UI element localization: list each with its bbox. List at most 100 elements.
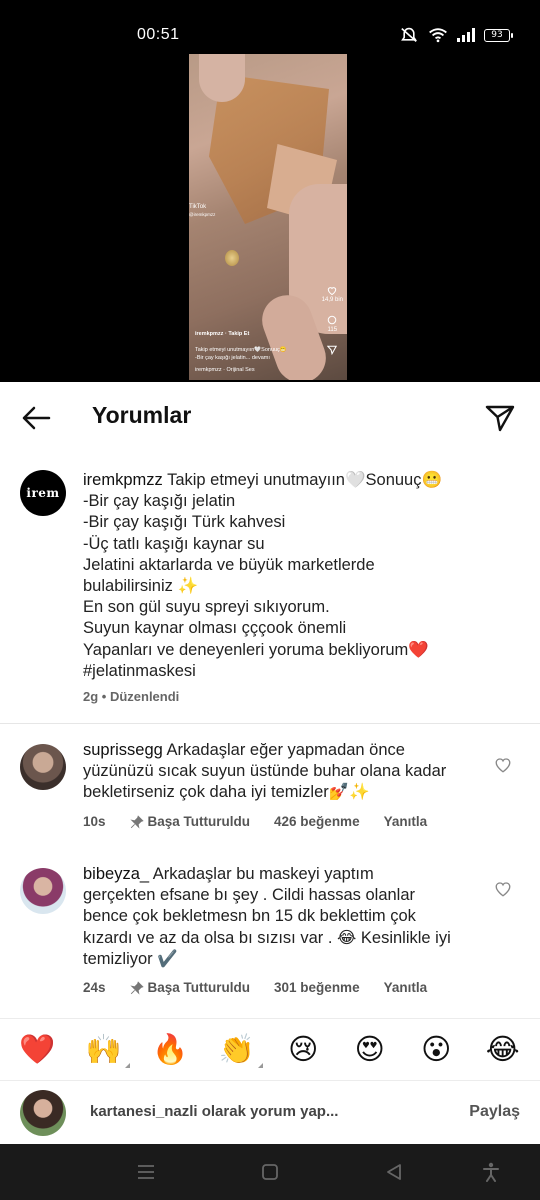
comment-line: kızardı ve az da olsa bı sızısı var . 😂 … <box>83 928 451 947</box>
video-player[interactable]: TikTok @iremkpmzz 14,9 bin 115 iremkpmzz… <box>189 54 347 380</box>
triangle-back-icon <box>387 1164 401 1180</box>
comment-line: bence çok bekletmesn bn 15 dk beklettim … <box>83 907 416 926</box>
emoji-surprised[interactable]: 😮 <box>416 1035 456 1064</box>
emoji-glyph: 👏 <box>218 1032 255 1066</box>
video-sound[interactable]: iremkpmzz · Orijinal Ses <box>195 366 335 374</box>
pinned-text: Başa Tutturuldu <box>147 980 251 995</box>
caption-meta: 2g • Düzenlendi <box>83 689 180 704</box>
pinned-text: Başa Tutturuldu <box>147 814 251 829</box>
comment-line: temizliyor ✔️ <box>83 949 178 968</box>
avatar <box>20 1090 66 1136</box>
likes-count[interactable]: 301 beğenme <box>274 980 360 995</box>
caption-line: Takip etmeyi unutmayıın🤍Sonuuç😬 <box>167 471 443 489</box>
status-bar: 00:51 93 <box>0 0 540 60</box>
caption-hashtag[interactable]: #jelatinmaskesi <box>83 661 513 682</box>
back-nav-button[interactable] <box>383 1161 405 1183</box>
caption-line: -Bir çay kaşığı Türk kahvesi <box>83 513 286 532</box>
accessibility-icon <box>483 1162 499 1182</box>
video-finger <box>199 54 245 102</box>
tiktok-user: @iremkpmzz <box>189 212 216 217</box>
comment-line: Arkadaşlar bu maskeyi yaptım <box>152 865 374 883</box>
video-caption: iremkpmzz · Takip Et Takip etmeyi unutma… <box>195 330 335 374</box>
battery-level: 93 <box>491 30 503 40</box>
avatar[interactable] <box>20 744 66 790</box>
comment-time: 10s <box>83 814 106 829</box>
avatar[interactable] <box>20 868 66 914</box>
comment-username[interactable]: bibeyza_ <box>83 865 149 883</box>
skin-tone-indicator <box>257 1063 263 1068</box>
video-caption-line-1: Takip etmeyi unutmayıın🤍Sonuuç😬 <box>195 347 287 353</box>
video-user[interactable]: iremkpmzz · Takip Et <box>195 330 335 338</box>
comments-sheet: Yorumlar irem iremkpmzz Takip etmeyi unu… <box>0 382 540 1144</box>
emoji-bar: ❤️ 🙌 🔥 👏 😢 😍 😮 😂 <box>0 1018 540 1080</box>
comment-text: suprissegg Arkadaşlar eğer yapmadan önce… <box>83 740 513 804</box>
caption-line: Yapanları ve deneyenleri yoruma bekliyor… <box>83 640 429 659</box>
wifi-icon <box>429 28 447 43</box>
menu-icon <box>138 1165 154 1179</box>
menu-button[interactable] <box>135 1161 157 1183</box>
heart-icon <box>328 287 337 296</box>
emoji-crying[interactable]: 😢 <box>283 1035 323 1064</box>
video-like-count: 14,9 bin <box>321 297 343 303</box>
comment-actions: 10s Başa Tutturuldu 426 beğenme Yanıtla <box>83 814 427 829</box>
comment-username[interactable]: suprissegg <box>83 741 163 759</box>
divider <box>0 723 540 724</box>
caption-line: En son gül suyu spreyi sıkıyorum. <box>83 598 330 617</box>
paper-plane-icon <box>485 405 515 432</box>
video-like[interactable]: 14,9 bin <box>322 286 343 303</box>
status-icons: 93 <box>399 27 513 43</box>
caption-line: bulabilirsiniz ✨ <box>83 577 199 596</box>
caption-text: iremkpmzz Takip etmeyi unutmayıın🤍Sonuuç… <box>83 470 513 682</box>
comment-text: bibeyza_ Arkadaşlar bu maskeyi yaptım ge… <box>83 864 513 970</box>
home-button[interactable] <box>259 1161 281 1183</box>
heart-icon[interactable] <box>494 880 512 898</box>
emoji-glyph: 🙌 <box>85 1032 122 1066</box>
comment-line: gerçekten efsane bı şey . Cildi hassas o… <box>83 886 416 905</box>
comment-line: Arkadaşlar eğer yapmadan önce <box>166 741 405 759</box>
emoji-fire[interactable]: 🔥 <box>150 1035 190 1064</box>
tiktok-watermark: TikTok @iremkpmzz <box>189 204 215 218</box>
video-earring <box>225 250 239 266</box>
send-button[interactable] <box>484 402 516 434</box>
emoji-laughing[interactable]: 😂 <box>483 1035 523 1064</box>
tiktok-label: TikTok <box>189 204 207 210</box>
video-caption-line-2[interactable]: -Bir çay kaşığı jelatin... devamı <box>195 354 335 362</box>
emoji-heart-eyes[interactable]: 😍 <box>350 1035 390 1064</box>
comment-input[interactable]: kartanesi_nazli olarak yorum yap... <box>90 1103 338 1120</box>
emoji-heart[interactable]: ❤️ <box>17 1035 57 1064</box>
comment-line: bekletirseniz çok daha iyi temizler💅✨ <box>83 783 370 802</box>
reply-button[interactable]: Yanıtla <box>384 814 428 829</box>
pin-icon <box>129 814 144 829</box>
back-button[interactable] <box>20 402 52 434</box>
header: Yorumlar <box>0 382 540 452</box>
pinned-label: Başa Tutturuldu <box>129 980 251 995</box>
mute-icon <box>401 27 417 42</box>
avatar[interactable]: irem <box>20 470 66 516</box>
comment-time: 24s <box>83 980 106 995</box>
likes-count[interactable]: 426 beğenme <box>274 814 360 829</box>
battery-icon: 93 <box>484 28 513 42</box>
system-nav-bar <box>0 1144 540 1200</box>
signal-icon <box>457 28 475 42</box>
caption-line: -Bir çay kaşığı jelatin <box>83 492 236 511</box>
caption-line: -Üç tatlı kaşığı kaynar su <box>83 534 265 553</box>
arrow-left-icon <box>22 406 51 430</box>
caption-line: Suyun kaynar olması çççook önemli <box>83 619 347 638</box>
accessibility-button[interactable] <box>480 1161 502 1183</box>
status-time: 00:51 <box>137 26 180 43</box>
emoji-clap[interactable]: 👏 <box>217 1032 263 1068</box>
caption-line: Jelatini aktarlarda ve büyük marketlerde <box>83 555 375 574</box>
comment-line: yüzünüzü sıcak suyun üstünde buhar olana… <box>83 762 447 781</box>
reply-button[interactable]: Yanıtla <box>384 980 428 995</box>
comment-input-bar: kartanesi_nazli olarak yorum yap... Payl… <box>0 1080 540 1144</box>
caption-username[interactable]: iremkpmzz <box>83 471 163 489</box>
emoji-raised-hands[interactable]: 🙌 <box>84 1032 130 1068</box>
skin-tone-indicator <box>124 1063 130 1068</box>
square-icon <box>262 1164 278 1180</box>
pinned-label: Başa Tutturuldu <box>129 814 251 829</box>
share-button[interactable]: Paylaş <box>469 1103 520 1121</box>
comment-icon <box>328 315 337 325</box>
page-title: Yorumlar <box>92 402 192 428</box>
avatar-text: irem <box>26 486 60 500</box>
heart-icon[interactable] <box>494 756 512 774</box>
